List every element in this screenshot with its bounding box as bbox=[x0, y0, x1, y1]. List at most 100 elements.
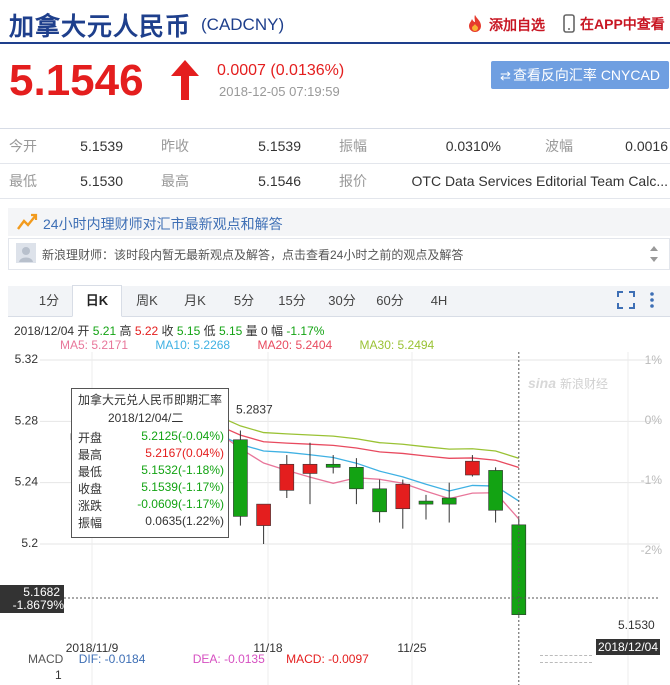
tooltip-row: 最高 5.2167(0.04%) bbox=[78, 446, 224, 462]
tab-1min[interactable]: 1分 bbox=[25, 286, 73, 316]
tab-5min[interactable]: 5分 bbox=[220, 286, 268, 316]
info-amp-label: 幅 bbox=[271, 324, 284, 338]
quote-timestamp: 2018-12-05 07:19:59 bbox=[219, 84, 340, 99]
info-low: 5.15 bbox=[218, 324, 243, 338]
tooltip-label: 收盘 bbox=[78, 482, 103, 496]
stat-label: 报价 bbox=[307, 163, 390, 199]
macd-dea: DEA: -0.0135 bbox=[192, 652, 265, 666]
phone-icon bbox=[563, 14, 575, 36]
tab-4h[interactable]: 4H bbox=[415, 286, 463, 316]
swap-icon: ⇄ bbox=[500, 68, 511, 83]
info-close-label: 收 bbox=[161, 324, 174, 338]
y-tick-label: 5.32 bbox=[15, 352, 39, 366]
crosshair-date: 2018/12/04 bbox=[598, 640, 658, 654]
tab-30min[interactable]: 30分 bbox=[318, 286, 366, 316]
ohlc-tooltip: 加拿大元兑人民币即期汇率 2018/12/04/二 开盘 5.2125(-0.04… bbox=[71, 388, 229, 538]
stat-label: 最高 bbox=[129, 163, 230, 199]
settings-menu-icon[interactable] bbox=[647, 291, 665, 309]
advisor-message[interactable]: 新浪理财师：该时段内暂无最新观点及解答，点击查看24小时之前的观点及解答 bbox=[42, 246, 463, 263]
stat-label: 波幅 bbox=[507, 129, 586, 164]
fullscreen-icon[interactable] bbox=[617, 291, 635, 309]
reverse-rate-label: 查看反向汇率 CNYCAD bbox=[512, 67, 660, 83]
stat-value: 5.1539 bbox=[52, 129, 129, 164]
stats-table: 今开 5.1539 昨收 5.1539 振幅 0.0310% 波幅 0.0016… bbox=[0, 128, 670, 199]
stat-value: OTC Data Services Editorial Team Calc... bbox=[390, 163, 670, 199]
candle-body bbox=[302, 463, 318, 474]
candle-body bbox=[465, 460, 480, 476]
max-price-label: 5.2837 bbox=[236, 403, 273, 417]
page-title: 加拿大元人民币 bbox=[9, 13, 192, 41]
tooltip-row: 涨跌 -0.0609(-1.17%) bbox=[78, 497, 224, 513]
ma10-value: MA10: 5.2268 bbox=[155, 338, 231, 352]
pct-tick-label: 0% bbox=[645, 413, 663, 427]
stat-label: 昨收 bbox=[129, 129, 230, 164]
tooltip-row: 收盘 5.1539(-1.17%) bbox=[78, 480, 224, 496]
info-high: 5.22 bbox=[134, 324, 159, 338]
advisor-scroll-arrows[interactable] bbox=[648, 243, 660, 265]
macd-value: MACD: -0.0097 bbox=[286, 652, 369, 666]
crosshair-pct: -1.8679% bbox=[13, 598, 65, 612]
tooltip-row: 振幅 0.0635(1.22%) bbox=[78, 514, 224, 530]
advisor-title[interactable]: 24小时内理财师对汇市最新观点和解答 bbox=[43, 214, 283, 234]
price-change: 0.0007 (0.0136%) bbox=[217, 62, 345, 79]
info-vol: 0 bbox=[261, 324, 268, 338]
ma-legend: MA5: 5.2171 MA10: 5.2268 MA20: 5.2404 MA… bbox=[60, 338, 434, 352]
pct-tick-label: -2% bbox=[641, 543, 663, 557]
candle-body bbox=[256, 503, 271, 526]
y-tick-label: 5.28 bbox=[15, 413, 39, 427]
tooltip-value: 5.2167(0.04%) bbox=[145, 446, 224, 460]
add-favorite-button[interactable]: 添加自选 bbox=[465, 14, 545, 37]
reverse-rate-button[interactable]: ⇄ 查看反向汇率 CNYCAD bbox=[491, 61, 669, 89]
macd-scroll-handle[interactable] bbox=[540, 655, 592, 663]
add-favorite-label: 添加自选 bbox=[489, 17, 545, 33]
candle-body bbox=[441, 497, 457, 505]
tooltip-value: -0.0609(-1.17%) bbox=[137, 497, 224, 511]
stat-value: 5.1530 bbox=[52, 163, 129, 199]
currency-code: (CADCNY) bbox=[201, 15, 285, 34]
stats-row: 最低 5.1530 最高 5.1546 报价 OTC Data Services… bbox=[0, 163, 670, 199]
up-arrow-icon bbox=[168, 58, 202, 107]
ma30-value: MA30: 5.2494 bbox=[359, 338, 435, 352]
tooltip-row: 开盘 5.2125(-0.04%) bbox=[78, 429, 224, 445]
tab-monthly[interactable]: 月K bbox=[171, 286, 219, 316]
info-vol-label: 量 bbox=[245, 324, 258, 338]
tooltip-label: 振幅 bbox=[78, 516, 103, 530]
info-low-label: 低 bbox=[203, 324, 216, 338]
macd-axis-tick: 1 bbox=[55, 668, 62, 682]
tab-60min[interactable]: 60分 bbox=[366, 286, 414, 316]
candle-body bbox=[488, 470, 503, 511]
info-close: 5.15 bbox=[176, 324, 201, 338]
tooltip-label: 涨跌 bbox=[78, 499, 103, 513]
candle-body bbox=[395, 483, 411, 510]
crosshair-price: 5.1682 bbox=[23, 585, 60, 599]
ma5-value: MA5: 5.2171 bbox=[60, 338, 129, 352]
info-open: 5.21 bbox=[92, 324, 117, 338]
min-price-label: 5.1530 bbox=[618, 618, 655, 632]
pct-tick-label: 1% bbox=[645, 353, 663, 367]
tooltip-date: 2018/12/04/二 bbox=[108, 411, 184, 425]
tooltip-row: 最低 5.1532(-1.18%) bbox=[78, 463, 224, 479]
flame-icon bbox=[465, 14, 485, 37]
tooltip-label: 最低 bbox=[78, 465, 103, 479]
view-in-app-label: 在APP中查看 bbox=[580, 16, 665, 32]
info-high-label: 高 bbox=[119, 324, 132, 338]
candle-body bbox=[279, 463, 295, 491]
x-tick-label: 11/25 bbox=[397, 641, 426, 655]
chart-period-tabs: 1分 日K 周K 月K 5分 15分 30分 60分 4H bbox=[8, 285, 670, 317]
tooltip-label: 最高 bbox=[78, 448, 103, 462]
ma20-value: MA20: 5.2404 bbox=[257, 338, 333, 352]
view-in-app-button[interactable]: 在APP中查看 bbox=[563, 14, 665, 36]
stat-value: 0.0016 bbox=[586, 129, 670, 164]
y-tick-label: 5.24 bbox=[15, 475, 39, 489]
tab-weekly[interactable]: 周K bbox=[123, 286, 171, 316]
stat-label: 最低 bbox=[0, 163, 52, 199]
stat-label: 振幅 bbox=[307, 129, 390, 164]
tab-15min[interactable]: 15分 bbox=[268, 286, 316, 316]
macd-dif: DIF: -0.0184 bbox=[78, 652, 146, 666]
current-price: 5.1546 bbox=[9, 56, 144, 105]
stats-row: 今开 5.1539 昨收 5.1539 振幅 0.0310% 波幅 0.0016 bbox=[0, 129, 670, 164]
candle-body bbox=[325, 463, 341, 468]
tooltip-label: 开盘 bbox=[78, 431, 103, 445]
candle-body bbox=[418, 500, 434, 505]
tab-daily[interactable]: 日K bbox=[72, 285, 122, 317]
